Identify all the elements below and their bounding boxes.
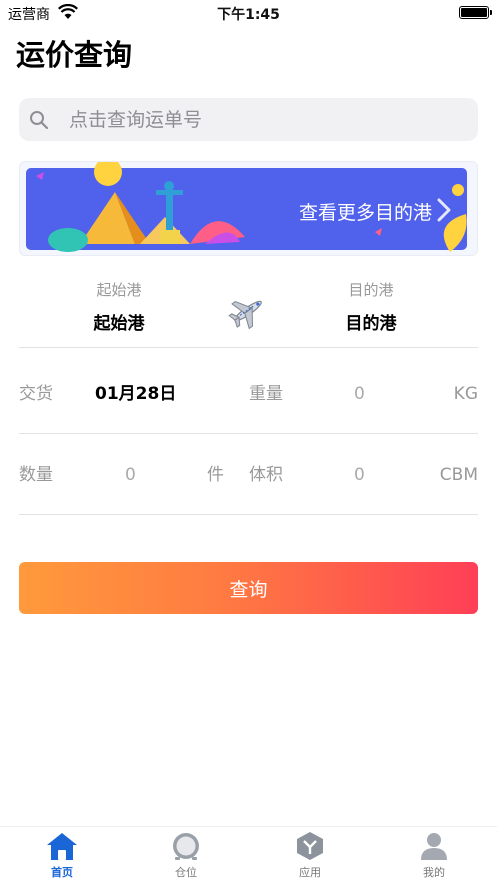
tab-warehouse[interactable]: 仓位 — [124, 831, 248, 880]
delivery-weight-row: 交货 01月28日 重量 0 KG — [19, 352, 478, 434]
weight-unit: KG — [453, 384, 478, 404]
waybill-search-input[interactable] — [69, 98, 459, 141]
destination-port-selector[interactable]: 目的港 目的港 — [271, 279, 471, 334]
clock-icon — [173, 833, 199, 860]
tab-home[interactable]: 首页 — [0, 831, 124, 880]
tab-bar: 首页 仓位 应用 我的 — [0, 826, 497, 883]
home-icon — [47, 833, 77, 860]
page-title: 运价查询 — [16, 38, 133, 72]
quantity-unit: 件 — [207, 465, 224, 485]
waybill-search-bar[interactable] — [19, 98, 478, 141]
status-bar: 运营商 下午1:45 — [0, 0, 497, 26]
query-button[interactable]: 查询 — [19, 562, 478, 614]
destination-port-value[interactable]: 目的港 — [271, 309, 471, 334]
volume-input[interactable]: 0 — [354, 433, 365, 515]
banner-text: 查看更多目的港 — [298, 202, 432, 224]
quantity-volume-row: 数量 0 件 体积 0 CBM — [19, 433, 478, 515]
apps-icon — [297, 832, 323, 860]
tab-home-label: 首页 — [51, 866, 73, 879]
weight-label: 重量 — [249, 384, 283, 404]
delivery-label: 交货 — [19, 384, 53, 404]
origin-port-label: 起始港 — [96, 281, 142, 299]
route-selector: 起始港 起始港 目的港 目的港 — [19, 272, 478, 348]
volume-label: 体积 — [249, 465, 283, 485]
quantity-input[interactable]: 0 — [125, 433, 136, 515]
clock-time: 下午1:45 — [217, 7, 280, 23]
tab-profile[interactable]: 我的 — [372, 831, 496, 880]
chevron-right-icon — [437, 198, 451, 222]
search-icon — [30, 111, 49, 130]
tab-apps[interactable]: 应用 — [248, 831, 372, 880]
origin-port-selector[interactable]: 起始港 起始港 — [19, 279, 219, 334]
weight-input[interactable]: 0 — [354, 352, 365, 434]
battery-icon — [459, 6, 492, 19]
tab-warehouse-label: 仓位 — [175, 866, 197, 879]
destination-port-label: 目的港 — [348, 281, 394, 299]
origin-port-value[interactable]: 起始港 — [19, 309, 219, 334]
airplane-icon — [228, 300, 262, 330]
tab-apps-label: 应用 — [299, 866, 321, 879]
delivery-date-picker[interactable]: 01月28日 — [95, 352, 176, 434]
profile-icon — [421, 833, 447, 860]
tab-profile-label: 我的 — [423, 866, 445, 879]
volume-unit: CBM — [439, 465, 478, 485]
quantity-label: 数量 — [19, 465, 53, 485]
destination-banner[interactable]: 查看更多目的港 — [19, 161, 478, 256]
